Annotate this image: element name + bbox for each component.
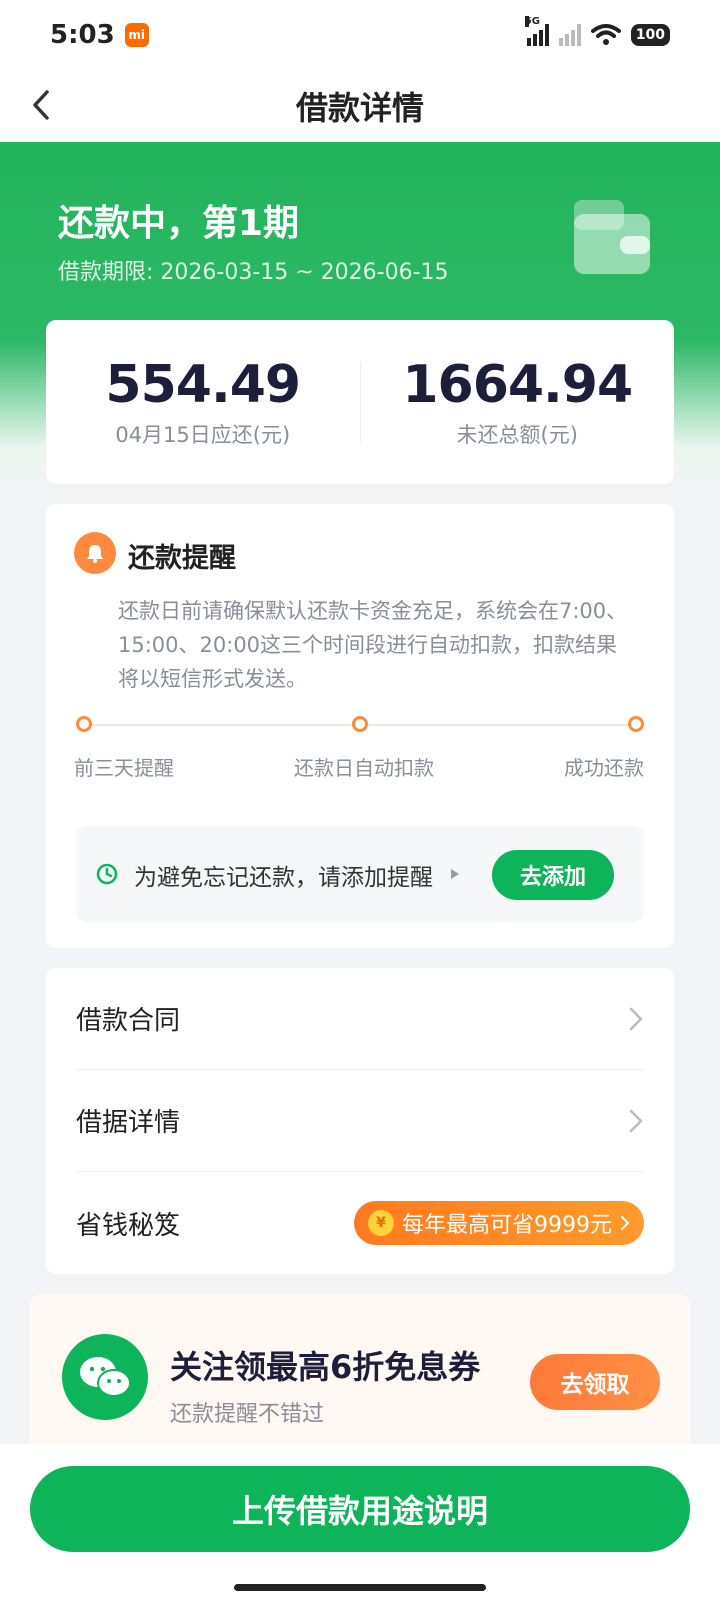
triangle-right-icon (451, 869, 459, 879)
wifi-icon (590, 24, 621, 45)
coin-icon: ¥ (368, 1210, 394, 1236)
network-type-label: 5G (524, 16, 540, 27)
repayment-status: 还款中，第1期 (58, 203, 300, 244)
step-label: 前三天提醒 (74, 756, 174, 780)
upload-purpose-button[interactable]: 上传借款用途说明 (30, 1466, 690, 1552)
reminder-card: 还款提醒 还款日前请确保默认还款卡资金充足，系统会在7:00、15:00、20:… (46, 504, 674, 948)
claim-button[interactable]: 去领取 (530, 1354, 660, 1410)
list-item-receipt[interactable]: 借据详情 (76, 1070, 644, 1172)
timeline-dot (628, 716, 644, 732)
step-label: 成功还款 (564, 756, 644, 780)
battery-icon: 100 (630, 24, 670, 46)
wallet-icon (574, 200, 650, 274)
reminder-timeline (76, 716, 644, 732)
nav-bar: 借款详情 (0, 70, 720, 142)
savings-badge-text: 每年最高可省9999元 (402, 1213, 612, 1238)
unpaid-amount: 1664.94 (402, 355, 633, 415)
due-amount-label: 04月15日应还(元) (115, 423, 291, 447)
timeline-dot (76, 716, 92, 732)
bell-icon (74, 532, 116, 574)
timeline-dot (352, 716, 368, 732)
list-item-label: 省钱秘笈 (76, 1210, 181, 1241)
due-amount-block: 554.49 04月15日应还(元) (46, 355, 360, 449)
clock-icon (96, 863, 118, 885)
unpaid-amount-block: 1664.94 未还总额(元) (361, 355, 675, 449)
unpaid-amount-label: 未还总额(元) (456, 423, 578, 447)
chevron-right-icon (629, 1109, 643, 1132)
list-item-label: 借款合同 (76, 1006, 181, 1036)
cellular-signal-2-icon (558, 24, 581, 46)
add-reminder-box[interactable]: 为避免忘记还款，请添加提醒 去添加 (76, 826, 644, 922)
reminder-title: 还款提醒 (128, 543, 236, 574)
follow-title: 关注领最高6折免息券 (170, 1348, 481, 1386)
chevron-right-icon (629, 1007, 643, 1030)
home-indicator[interactable] (234, 1584, 486, 1591)
list-item-label: 借据详情 (76, 1108, 181, 1138)
page-title: 借款详情 (295, 89, 424, 127)
wechat-icon (62, 1334, 148, 1420)
savings-badge[interactable]: ¥ 每年最高可省9999元 (354, 1201, 644, 1245)
follow-subtitle: 还款提醒不错过 (170, 1402, 325, 1427)
due-amount: 554.49 (105, 355, 301, 415)
list-item-contract[interactable]: 借款合同 (76, 968, 644, 1070)
step-label: 还款日自动扣款 (294, 756, 434, 780)
add-reminder-button[interactable]: 去添加 (492, 850, 614, 900)
list-item-savings[interactable]: 省钱秘笈 ¥ 每年最高可省9999元 (76, 1172, 644, 1274)
status-icons: 5G 100 (524, 16, 670, 46)
back-icon[interactable] (26, 90, 56, 120)
chevron-right-icon (621, 1216, 630, 1230)
info-list: 借款合同 借据详情 省钱秘笈 ¥ 每年最高可省9999元 (46, 968, 674, 1274)
bottom-action-bar: 上传借款用途说明 (0, 1444, 720, 1600)
cellular-signal-icon: 5G (524, 16, 549, 46)
mi-app-icon: mi (124, 23, 149, 47)
follow-banner[interactable]: 关注领最高6折免息券 还款提醒不错过 去领取 (30, 1294, 690, 1444)
status-bar: 5:03 mi 5G 100 (0, 0, 720, 70)
status-time: 5:03 (50, 20, 115, 50)
loan-period: 借款期限: 2026-03-15 ~ 2026-06-15 (58, 260, 449, 285)
add-reminder-prompt: 为避免忘记还款，请添加提醒 (134, 865, 433, 891)
amount-card: 554.49 04月15日应还(元) 1664.94 未还总额(元) (46, 320, 674, 484)
reminder-text: 还款日前请确保默认还款卡资金充足，系统会在7:00、15:00、20:00这三个… (118, 599, 628, 691)
